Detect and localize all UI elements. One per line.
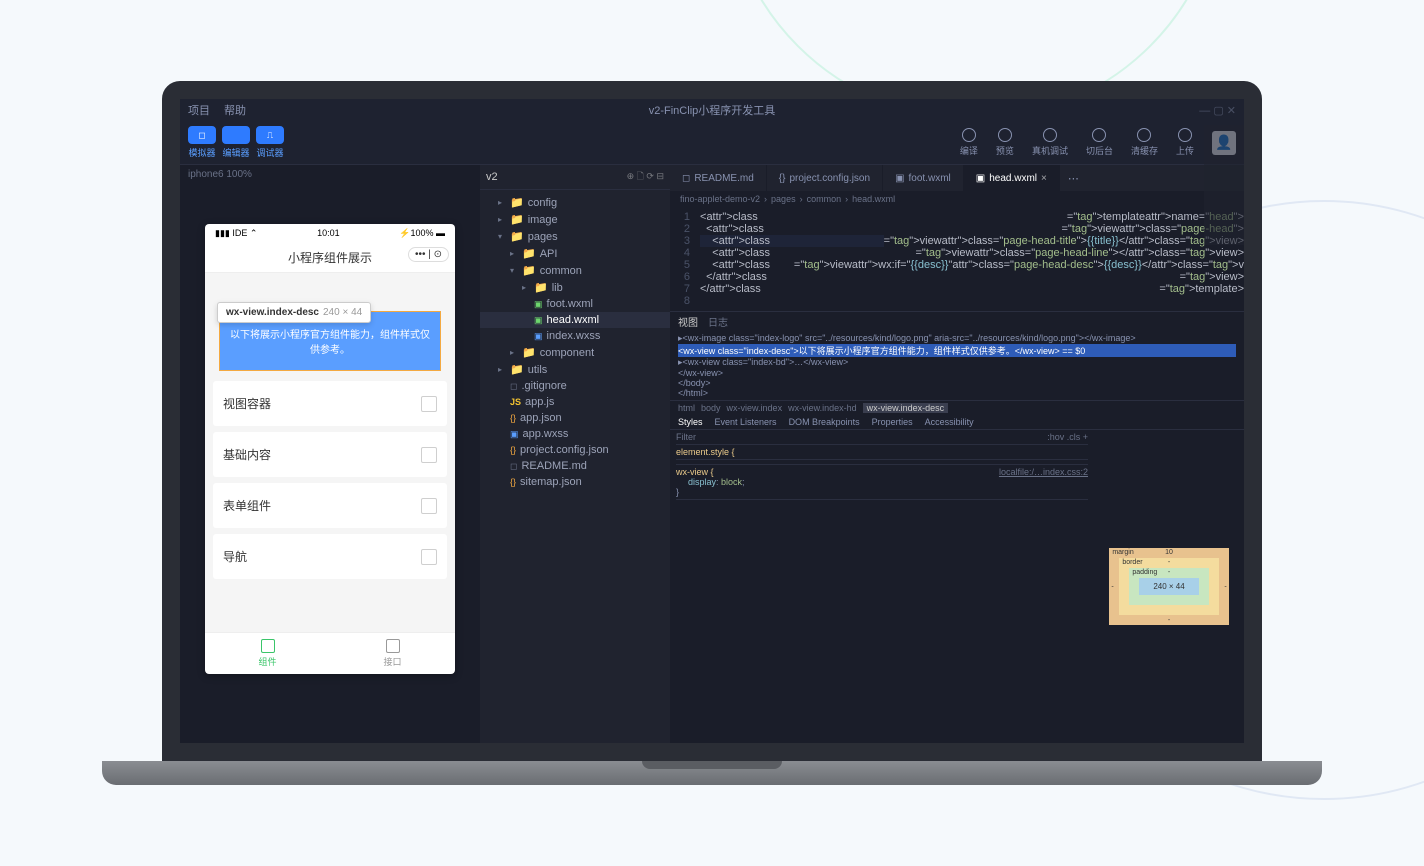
tree-item[interactable]: ▣ head.wxml	[480, 312, 670, 328]
phone-tabbar: 组件 接口	[205, 632, 455, 674]
tree-item[interactable]: ▾ 📁 pages	[480, 228, 670, 245]
toolbar-pill[interactable]: 编辑器	[222, 126, 250, 159]
toolbar-pill[interactable]: ⎍调试器	[256, 126, 284, 159]
tree-item[interactable]: ▸ 📁 component	[480, 344, 670, 361]
toolbar-button[interactable]: 切后台	[1086, 128, 1113, 157]
styles-tab[interactable]: Properties	[872, 417, 913, 427]
editor-tab[interactable]: {}project.config.json	[767, 165, 883, 191]
tree-item[interactable]: ▣ index.wxss	[480, 328, 670, 344]
tree-item[interactable]: ◻ README.md	[480, 458, 670, 474]
styles-tab[interactable]: Styles	[678, 417, 703, 427]
list-item[interactable]: 视图容器	[213, 381, 447, 426]
list-item[interactable]: 表单组件	[213, 483, 447, 528]
tree-item[interactable]: {} app.json	[480, 410, 670, 426]
box-model: margin 10 - - - border - p	[1094, 430, 1244, 743]
toolbar-button[interactable]: 真机调试	[1032, 128, 1068, 157]
editor-breadcrumb[interactable]: fino-applet-demo-v2›pages›common›head.wx…	[670, 191, 1244, 207]
phone-status-right: ⚡100% ▬	[399, 228, 445, 239]
file-toolbar-icons[interactable]: ⊕ 🗋 ⟳ ⊟	[627, 169, 664, 185]
tree-item[interactable]: ▸ 📁 API	[480, 245, 670, 262]
menu-project[interactable]: 项目	[188, 102, 210, 118]
simulator-device-label: iphone6 100%	[180, 165, 480, 184]
tree-item[interactable]: ▣ app.wxss	[480, 426, 670, 442]
devtools-tab[interactable]: 日志	[708, 314, 728, 329]
tree-item[interactable]: ▸ 📁 utils	[480, 361, 670, 378]
window-title: v2-FinClip小程序开发工具	[649, 102, 776, 118]
toolbar: ◻模拟器编辑器⎍调试器 编译预览真机调试切后台清缓存上传👤	[180, 121, 1244, 165]
styles-tab[interactable]: Event Listeners	[715, 417, 777, 427]
devtools: 视图日志 ▸<wx-image class="index-logo" src="…	[670, 311, 1244, 743]
toolbar-button[interactable]: 上传	[1176, 128, 1194, 157]
list-item[interactable]: 基础内容	[213, 432, 447, 477]
element-tooltip: wx-view.index-desc240 × 44	[217, 302, 371, 323]
window-controls[interactable]: — ▢ ✕	[1199, 104, 1236, 117]
minimap[interactable]	[1204, 165, 1244, 245]
list-item[interactable]: 导航	[213, 534, 447, 579]
editor-tab[interactable]: ▣head.wxml×	[964, 165, 1060, 191]
tree-item[interactable]: ▸ 📁 image	[480, 211, 670, 228]
toolbar-pill[interactable]: ◻模拟器	[188, 126, 216, 159]
project-root[interactable]: v2	[486, 171, 498, 183]
tree-item[interactable]: ▣ foot.wxml	[480, 296, 670, 312]
tree-item[interactable]: {} project.config.json	[480, 442, 670, 458]
styles-panel[interactable]: Filter :hov .cls + element.style {</span…	[670, 430, 1094, 743]
toolbar-button[interactable]: 预览	[996, 128, 1014, 157]
styles-filter-controls[interactable]: :hov .cls +	[1047, 432, 1088, 442]
phone-tab-components[interactable]: 组件	[205, 633, 330, 674]
phone-status-left: ▮▮▮ IDE ⌃	[215, 228, 257, 239]
phone-capsule-button[interactable]: ••• | ⊙	[408, 247, 449, 262]
tree-item[interactable]: ▾ 📁 common	[480, 262, 670, 279]
tree-item[interactable]: ▸ 📁 config	[480, 194, 670, 211]
editor-tab[interactable]: ◻README.md	[670, 165, 767, 191]
styles-tab[interactable]: DOM Breakpoints	[789, 417, 860, 427]
phone-page-title: 小程序组件展示	[288, 251, 372, 265]
elements-breadcrumb[interactable]: htmlbodywx-view.indexwx-view.index-hdwx-…	[670, 400, 1244, 415]
elements-panel[interactable]: ▸<wx-image class="index-logo" src="../re…	[670, 331, 1244, 400]
tree-item[interactable]: JS app.js	[480, 394, 670, 410]
devtools-tab[interactable]: 视图	[678, 314, 698, 329]
laptop-frame: 项目 帮助 v2-FinClip小程序开发工具 — ▢ ✕ ◻模拟器编辑器⎍调试…	[162, 81, 1262, 785]
code-editor[interactable]: 1<attr">class="tag">template attr">name=…	[670, 207, 1244, 311]
styles-tab[interactable]: Accessibility	[925, 417, 974, 427]
menubar: 项目 帮助 v2-FinClip小程序开发工具 — ▢ ✕	[180, 99, 1244, 121]
toolbar-button[interactable]: 清缓存	[1131, 128, 1158, 157]
file-explorer: v2 ⊕ 🗋 ⟳ ⊟ ▸ 📁 config ▸ 📁 image ▾ 📁 page…	[480, 165, 670, 743]
phone-frame: ▮▮▮ IDE ⌃ 10:01 ⚡100% ▬ 小程序组件展示 ••• | ⊙ …	[205, 224, 455, 674]
styles-filter[interactable]: Filter	[676, 432, 696, 442]
simulator-panel: iphone6 100% ▮▮▮ IDE ⌃ 10:01 ⚡100% ▬ 小程序…	[180, 165, 480, 743]
tree-item[interactable]: ◻ .gitignore	[480, 378, 670, 394]
editor-tab[interactable]: ▣foot.wxml	[883, 165, 964, 191]
tab-overflow[interactable]: ⋯	[1060, 165, 1087, 191]
tree-item[interactable]: ▸ 📁 lib	[480, 279, 670, 296]
phone-status-time: 10:01	[317, 228, 340, 239]
ide-window: 项目 帮助 v2-FinClip小程序开发工具 — ▢ ✕ ◻模拟器编辑器⎍调试…	[180, 99, 1244, 743]
menu-help[interactable]: 帮助	[224, 102, 246, 118]
tree-item[interactable]: {} sitemap.json	[480, 474, 670, 490]
editor-panel: ◻README.md {}project.config.json ▣foot.w…	[670, 165, 1244, 743]
toolbar-button[interactable]: 编译	[960, 128, 978, 157]
phone-tab-api[interactable]: 接口	[330, 633, 455, 674]
